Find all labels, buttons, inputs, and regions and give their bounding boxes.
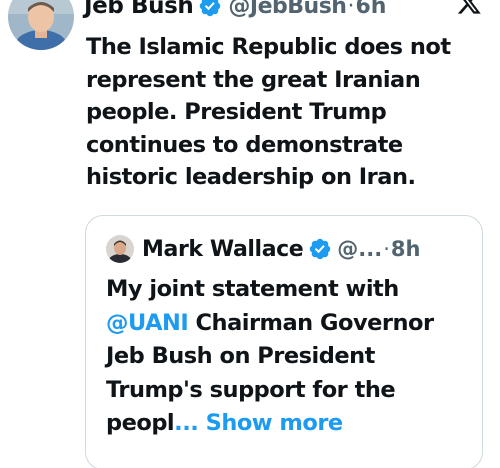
quoted-verified-badge-icon <box>310 238 331 260</box>
quoted-author-avatar-image <box>106 235 134 263</box>
tweet-text: The Islamic Republic does not represent … <box>86 34 451 190</box>
quoted-separator-dot: · <box>383 237 390 261</box>
author-avatar-image <box>8 0 74 50</box>
quoted-text-before: My joint statement with <box>106 276 399 302</box>
author-avatar[interactable] <box>8 0 74 50</box>
mention-link[interactable]: @UANI <box>106 310 189 336</box>
author-handle[interactable]: @JebBush <box>228 0 347 19</box>
quoted-tweet-header: Mark Wallace @... · 8h <box>106 234 420 264</box>
author-display-name[interactable]: Jeb Bush <box>84 0 194 19</box>
tweet-card: Jeb Bush @JebBush · 6h The Islamic Repub… <box>0 0 500 468</box>
verified-badge-icon <box>200 0 221 17</box>
separator-dot: · <box>347 0 355 19</box>
x-logo-icon[interactable] <box>456 0 482 16</box>
quoted-author-display-name[interactable]: Mark Wallace <box>142 237 304 262</box>
quoted-author-handle[interactable]: @... <box>337 237 382 261</box>
quoted-tweet-card[interactable]: Mark Wallace @... · 8h My joint statemen… <box>85 215 483 468</box>
quoted-author-avatar <box>106 235 134 263</box>
tweet-timestamp[interactable]: 6h <box>355 0 386 19</box>
show-more-link[interactable]: ... Show more <box>174 410 343 436</box>
tweet-header: Jeb Bush @JebBush · 6h <box>84 0 386 23</box>
quoted-tweet-timestamp[interactable]: 8h <box>391 237 421 261</box>
quoted-tweet-text: My joint statement with @UANI Chairman G… <box>106 273 476 441</box>
